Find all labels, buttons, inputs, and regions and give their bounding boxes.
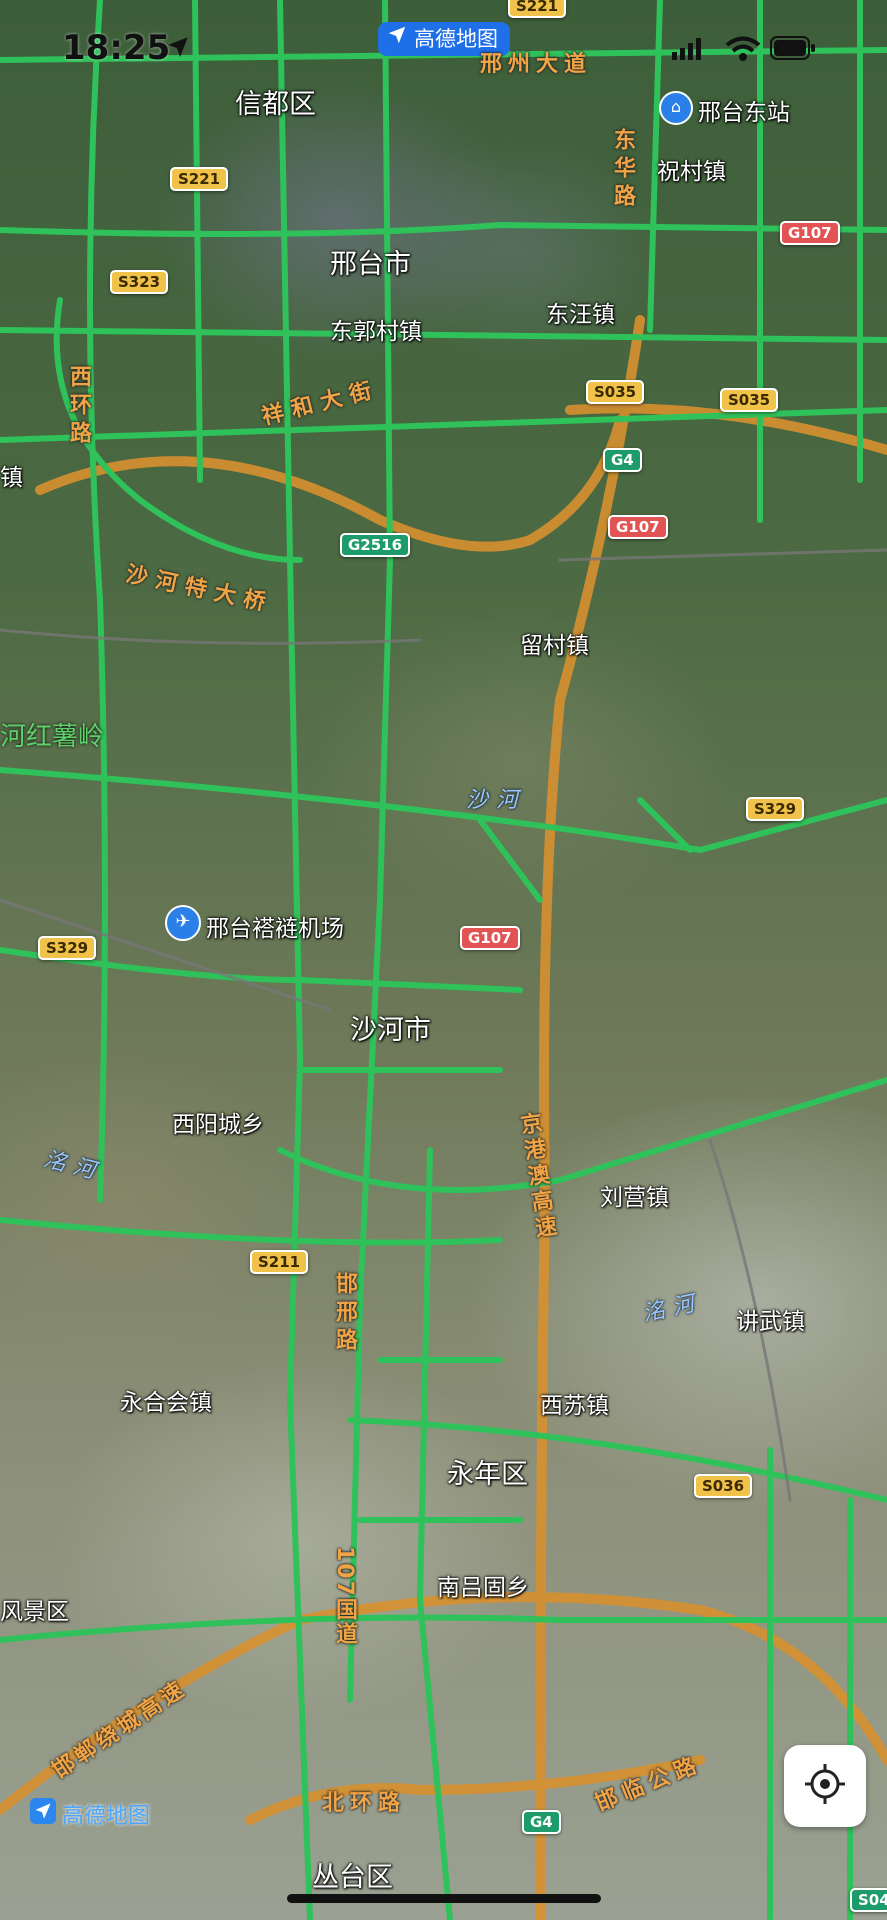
amap-watermark: 高德地图 xyxy=(30,1798,150,1830)
road-label-g107: 107国道 xyxy=(332,1546,357,1646)
shield-s329-e: S329 xyxy=(746,797,805,821)
town-label-dongguocun[interactable]: 东郭村镇 xyxy=(330,312,422,346)
locate-me-button[interactable] xyxy=(784,1745,866,1827)
town-label-nanlvgu[interactable]: 南吕固乡 xyxy=(437,1568,529,1602)
home-indicator[interactable] xyxy=(287,1894,601,1903)
shield-g107-shahe: G107 xyxy=(460,926,520,950)
town-label-jiangwu[interactable]: 讲武镇 xyxy=(736,1302,805,1336)
wifi-icon xyxy=(725,36,761,66)
shield-s035-b: S035 xyxy=(720,388,779,412)
shield-g4-a: G4 xyxy=(603,448,642,472)
road-label-huanbei: 北环路 xyxy=(322,1791,407,1816)
battery-icon xyxy=(770,36,816,64)
shield-g107-ne: G107 xyxy=(780,221,840,245)
town-label-dongwang[interactable]: 东汪镇 xyxy=(546,295,615,329)
city-label-xindu[interactable]: 信都区 xyxy=(235,82,316,121)
train-station-icon[interactable]: ⌂ xyxy=(659,91,693,125)
river-label-shahe: 沙河 xyxy=(466,788,527,813)
amap-watermark-icon xyxy=(30,1798,56,1830)
city-label-congtai[interactable]: 丛台区 xyxy=(312,1855,393,1894)
town-label-xisu[interactable]: 西苏镇 xyxy=(540,1386,609,1420)
shield-s221-top: S221 xyxy=(508,0,567,18)
shield-g2516: G2516 xyxy=(340,533,411,557)
amap-logo-icon xyxy=(386,22,408,56)
shield-s211: S211 xyxy=(250,1250,309,1274)
shield-s323: S323 xyxy=(110,270,169,294)
town-label-liuying[interactable]: 刘营镇 xyxy=(600,1178,669,1212)
poi-label-hongshuling[interactable]: 河红薯岭 xyxy=(0,716,104,753)
shield-s036: S036 xyxy=(694,1474,753,1498)
city-label-xingtai[interactable]: 邢台市 xyxy=(330,242,411,281)
shield-g4-b: G4 xyxy=(522,1810,561,1834)
shield-s221: S221 xyxy=(170,167,229,191)
amap-watermark-label: 高德地图 xyxy=(62,1804,151,1829)
location-arrow-icon xyxy=(165,34,191,64)
poi-label-airport[interactable]: 邢台褡裢机场 xyxy=(206,909,344,943)
shield-s035-a: S035 xyxy=(586,380,645,404)
shield-s329-w: S329 xyxy=(38,936,97,960)
cellular-signal-icon xyxy=(672,38,702,64)
locate-crosshair-icon xyxy=(803,1762,847,1810)
town-label-xiyangcheng[interactable]: 西阳城乡 xyxy=(172,1105,264,1139)
road-label-xingzhou: 邢州大道 xyxy=(480,52,593,77)
map-canvas[interactable]: 18:25 高德地图 信都区 邢台市 沙河市 永年区 丛台区 祝村镇 东汪镇 东… xyxy=(0,0,887,1920)
town-label-fengjingqu[interactable]: 风景区 xyxy=(0,1592,69,1626)
city-label-shahe[interactable]: 沙河市 xyxy=(350,1008,431,1047)
road-label-xihuan: 西环路 xyxy=(66,365,91,449)
town-label-zhen-left[interactable]: 镇 xyxy=(0,458,23,492)
poi-label-xingtai-east-station[interactable]: 邢台东站 xyxy=(698,93,790,127)
city-label-yongnian[interactable]: 永年区 xyxy=(447,1452,528,1491)
status-time: 18:25 xyxy=(62,28,171,68)
town-label-liucun[interactable]: 留村镇 xyxy=(520,626,589,660)
road-label-donghua: 东华路 xyxy=(610,128,635,212)
town-label-zhucun[interactable]: 祝村镇 xyxy=(657,152,726,186)
road-label-hanxing: 邯邢路 xyxy=(332,1272,357,1356)
town-label-yonghehui[interactable]: 永合会镇 xyxy=(120,1383,212,1417)
shield-g107-mid: G107 xyxy=(608,515,668,539)
airport-icon[interactable]: ✈ xyxy=(165,905,201,941)
shield-s04: S04 xyxy=(850,1888,887,1912)
